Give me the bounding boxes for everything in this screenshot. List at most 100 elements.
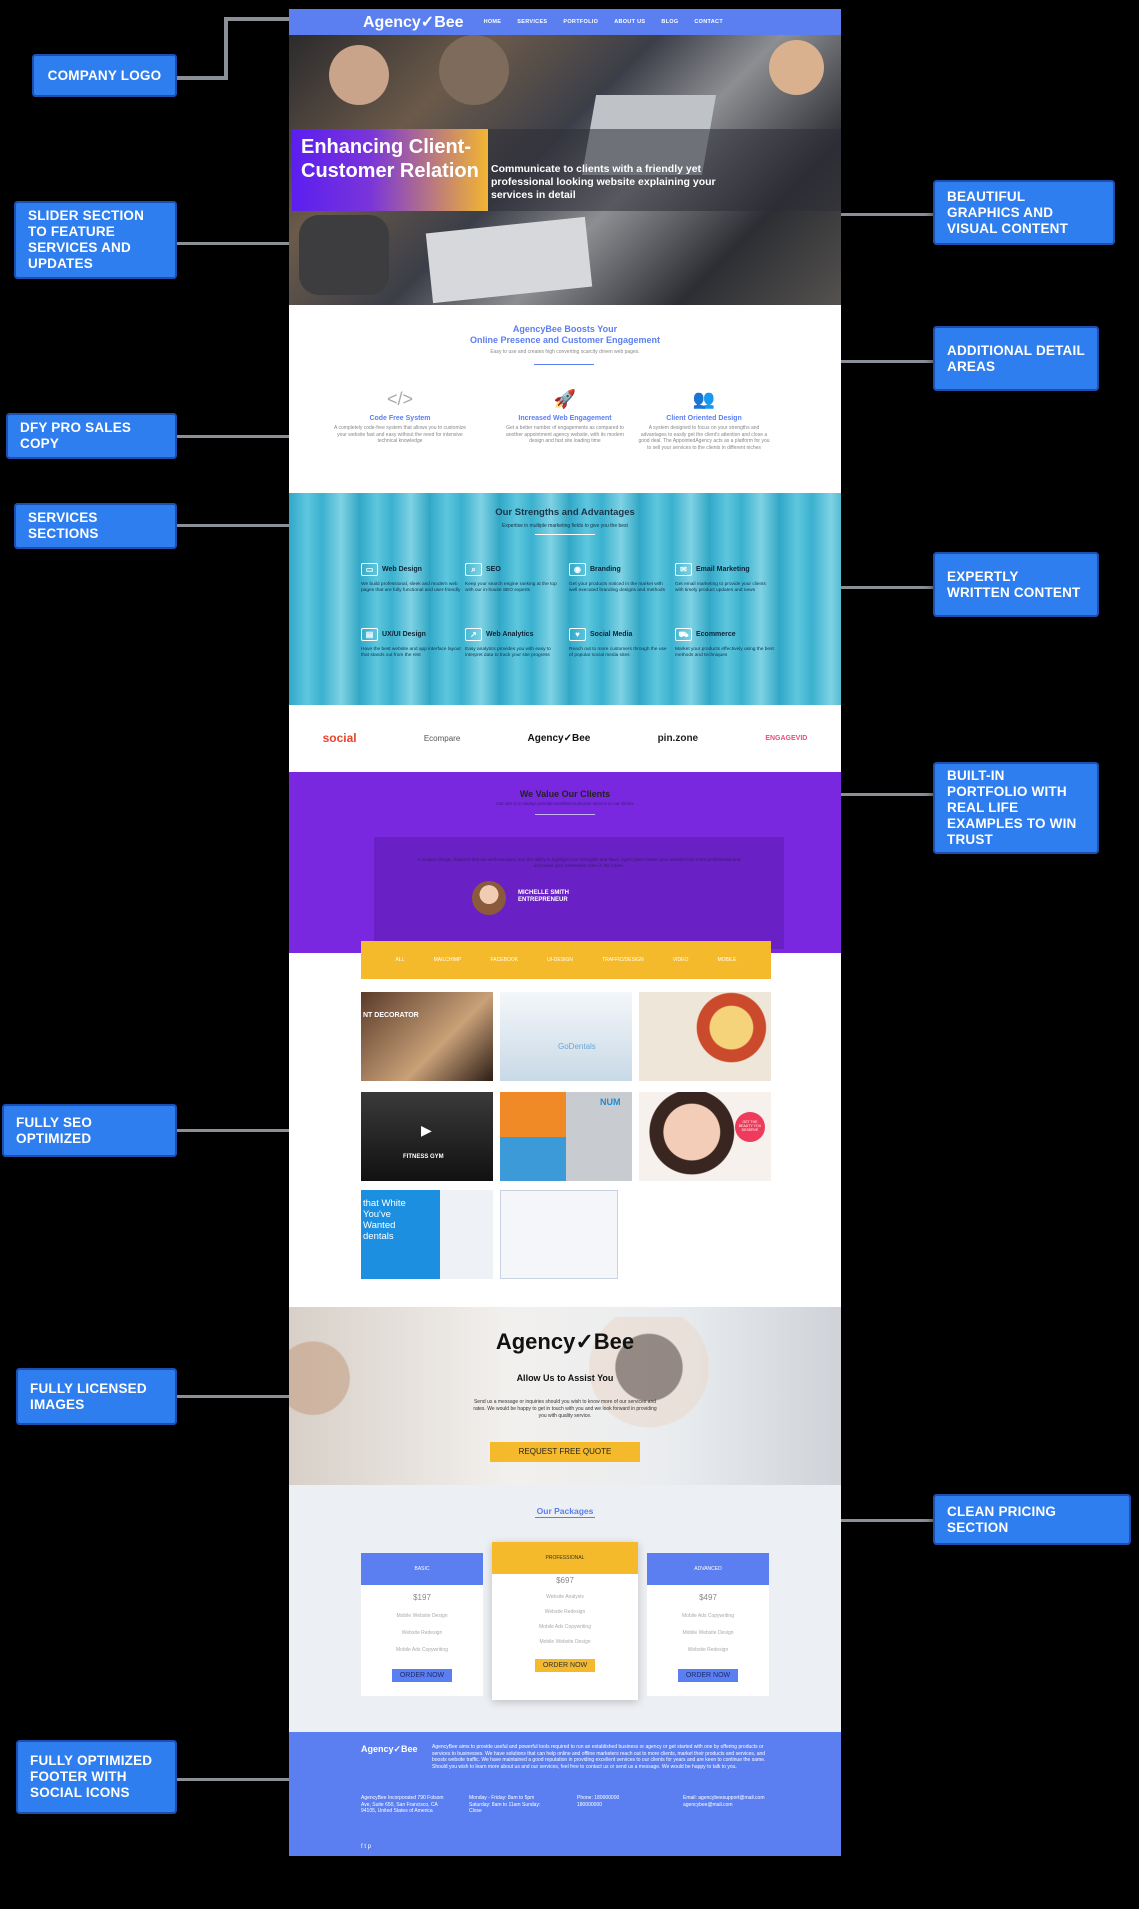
pricing-header: PROFESSIONAL (492, 1542, 638, 1574)
social-icons[interactable]: f t p (361, 1844, 371, 1851)
callout-label: BEAUTIFUL GRAPHICS AND VISUAL CONTENT (947, 188, 1069, 236)
service-email: ✉ Email Marketing Get email marketing to p… (675, 563, 775, 594)
pricing-feature: Mobile Website Design (539, 1639, 591, 1645)
avatar (472, 881, 506, 915)
feature-code-free: </> Code Free System A completely code-f… (334, 389, 466, 445)
nav-link-portfolio[interactable]: PORTFOLIO (563, 19, 598, 25)
tab-ui-design[interactable]: UI-DESIGN (547, 957, 573, 963)
order-now-button[interactable]: ORDER NOW (677, 1669, 739, 1682)
brand-ecompare: Ecompare (423, 733, 461, 743)
connector (177, 242, 289, 245)
service-title: Branding (590, 566, 621, 573)
tab-video[interactable]: VIDEO (673, 957, 689, 963)
intro-title: AgencyBee Boosts Your (512, 324, 618, 334)
testimonial-quote: A modern design, features that are well-… (417, 857, 741, 868)
hero-slider: Enhancing Client-Customer Relation Commu… (289, 35, 841, 305)
pricing-feature: Website Analysis (546, 1594, 584, 1600)
service-title: Web Design (382, 566, 422, 573)
feature-title: Increased Web Engagement (518, 415, 612, 422)
layout-icon: ▤ (361, 628, 378, 641)
callout-label: BUILT-IN PORTFOLIO WITH REAL LIFE EXAMPL… (947, 768, 1077, 847)
service-desc: We build professional, sleek and modern … (361, 582, 461, 593)
portfolio-item[interactable]: GET THE BEAUTY YOU DESERVE (639, 1092, 771, 1181)
portfolio-item-label: GET THE BEAUTY YOU DESERVE (738, 1120, 762, 1132)
callout-label: DFY PRO SALES COPY (20, 420, 132, 451)
chart-icon: ↗ (465, 628, 482, 641)
callout-pricing: CLEAN PRICING SECTION (933, 1494, 1131, 1545)
service-desc: Get email marketing to provide your clie… (675, 582, 766, 593)
portfolio-item[interactable] (639, 992, 771, 1081)
portfolio-item-label: NUM (600, 1097, 621, 1107)
divider (534, 364, 594, 365)
pricing-feature: Website Redesign (544, 1609, 586, 1615)
intro-subtitle: Easy to use and creates high converting … (490, 349, 640, 355)
testimonial-section: We Value Our Clients Our aim is to alway… (289, 772, 841, 953)
site-logo[interactable]: Agency✓Bee (363, 12, 464, 32)
cta-title: Allow Us to Assist You (516, 1373, 614, 1383)
play-icon: ▶ (421, 1122, 432, 1138)
intro-title-2: Online Presence and Customer Engagement (469, 335, 661, 345)
tab-mailchimp[interactable]: MAILCHIMP (434, 957, 462, 963)
order-now-button[interactable]: ORDER NOW (534, 1659, 596, 1672)
callout-footer: FULLY OPTIMIZED FOOTER WITH SOCIAL ICONS (16, 1740, 177, 1814)
rocket-icon: 🚀 (553, 389, 577, 409)
nav-link-contact[interactable]: CONTACT (694, 19, 723, 25)
request-quote-button[interactable]: REQUEST FREE QUOTE (490, 1442, 640, 1462)
thumbs-up-icon: ♥ (569, 628, 586, 641)
callout-label: EXPERTLY WRITTEN CONTENT (947, 568, 1081, 600)
pricing-price: $197 (413, 1593, 431, 1602)
divider (535, 814, 595, 815)
hero-subtitle-box: Communicate to clients with a friendly y… (488, 129, 841, 211)
pricing-price: $497 (699, 1593, 717, 1602)
service-title: Email Marketing (696, 566, 750, 573)
nav-link-blog[interactable]: BLOG (661, 19, 678, 25)
callout-slider: SLIDER SECTION TO FEATURE SERVICES AND U… (14, 201, 177, 279)
portfolio-item-label: FITNESS GYM (403, 1154, 444, 1160)
pricing-feature: Website Redesign (687, 1647, 729, 1653)
order-now-button[interactable]: ORDER NOW (391, 1669, 453, 1682)
service-title: Web Analytics (486, 631, 534, 638)
callout-detail: ADDITIONAL DETAIL AREAS (933, 326, 1099, 391)
feature-engagement: 🚀 Increased Web Engagement Get a better … (499, 389, 631, 445)
service-title: UX/UI Design (382, 631, 426, 638)
cart-icon: ⛟ (675, 628, 692, 641)
testimonial-role: ENTREPRENEUR (518, 897, 568, 903)
feature-title: Client Oriented Design (666, 415, 742, 422)
navbar: Agency✓Bee HOME SERVICES PORTFOLIO ABOUT… (289, 9, 841, 35)
callout-company-logo: COMPANY LOGO (32, 54, 177, 97)
callout-dfy: DFY PRO SALES COPY (6, 413, 177, 459)
tab-mobile[interactable]: MOBILE (717, 957, 736, 963)
portfolio-item[interactable] (500, 1190, 618, 1279)
callout-content: EXPERTLY WRITTEN CONTENT (933, 552, 1099, 617)
testimonial-card: A modern design, features that are well-… (374, 837, 784, 949)
portfolio-item-label: GoDentals (558, 1042, 596, 1051)
callout-images: FULLY LICENSED IMAGES (16, 1368, 177, 1425)
footer-hours: Monday - Friday: 8am to 5pm Saturday: 8a… (469, 1795, 541, 1814)
service-social: ♥ Social Media Reach out to more customers… (569, 628, 669, 659)
portfolio-item[interactable]: GoDentals (500, 992, 632, 1081)
nav-link-home[interactable]: HOME (484, 19, 502, 25)
testimonial-name: MICHELLE SMITH (518, 890, 569, 896)
cta-section: Agency✓Bee Allow Us to Assist You Send u… (289, 1307, 841, 1485)
tab-traffic-design[interactable]: TRAFFIC/DESIGN (602, 957, 644, 963)
service-desc: Easy analytics provides you with easy to… (465, 647, 551, 658)
service-uxui: ▤ UX/UI Design Have the best website and a… (361, 628, 461, 659)
footer-email: Email: agencybeesupport@mail.com agencyb… (683, 1795, 765, 1808)
tab-facebook[interactable]: FACEBOOK (490, 957, 518, 963)
portfolio-item[interactable]: that White You've Wanted dentals (361, 1190, 493, 1279)
service-ecommerce: ⛟ Ecommerce Market your products effective… (675, 628, 775, 659)
nav-link-services[interactable]: SERVICES (517, 19, 547, 25)
portfolio-item-label: NT DECORATOR (363, 1012, 419, 1019)
monitor-icon: ▭ (361, 563, 378, 576)
pricing-card-basic: BASIC $197 Mobile Website Design Website… (361, 1553, 483, 1696)
callout-label: COMPANY LOGO (47, 67, 162, 83)
portfolio-item[interactable]: ▶ FITNESS GYM (361, 1092, 493, 1181)
pricing-feature: Mobile Website Design (682, 1630, 734, 1636)
pricing-section: Our Packages BASIC $197 Mobile Website D… (289, 1485, 841, 1732)
nav-link-about[interactable]: ABOUT US (614, 19, 645, 25)
footer-logo: Agency✓Bee (361, 1744, 418, 1754)
strengths-section: Our Strengths and Advantages Expertise i… (289, 493, 841, 705)
tab-all[interactable]: ALL (396, 957, 405, 963)
portfolio-item[interactable]: NUM (500, 1092, 632, 1181)
portfolio-item[interactable]: NT DECORATOR (361, 992, 493, 1081)
